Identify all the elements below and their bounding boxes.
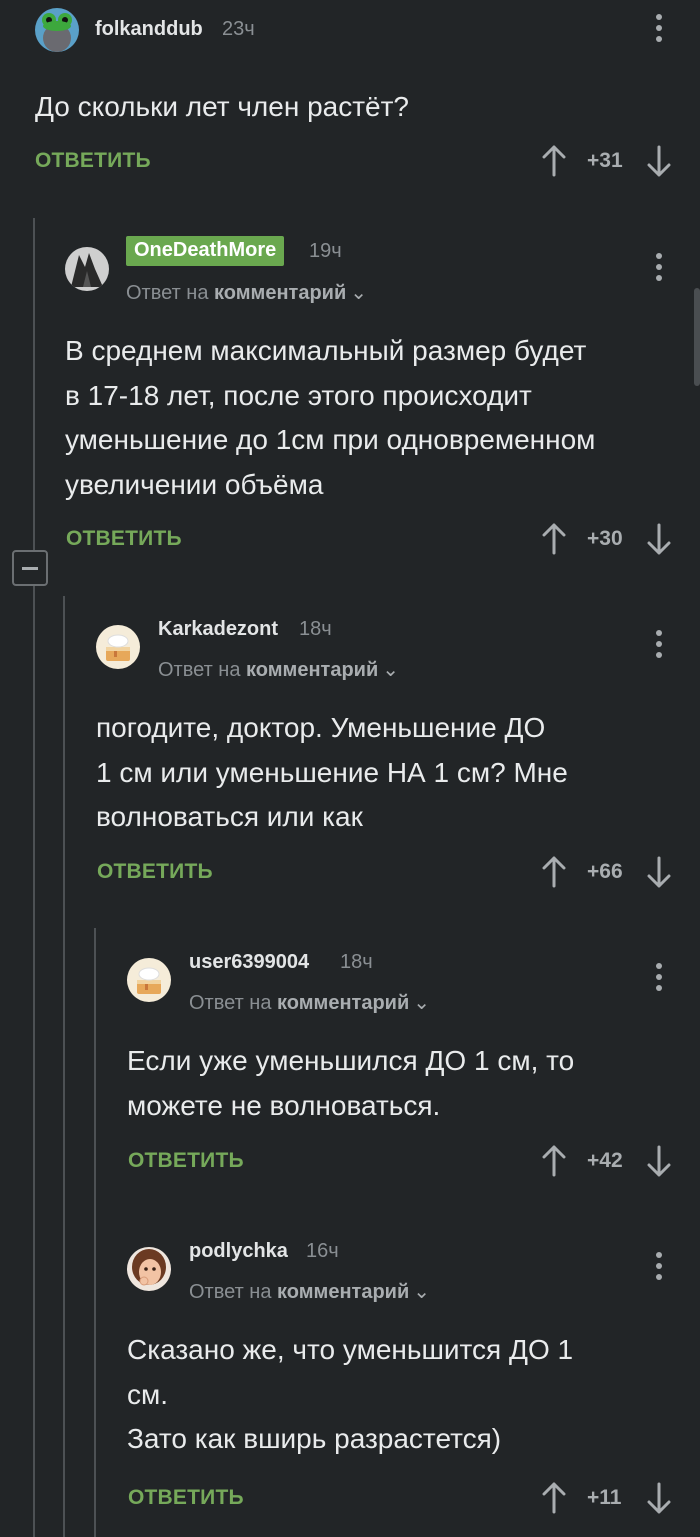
reply-target: комментарий [277,1281,410,1303]
username[interactable]: podlychka [189,1240,288,1263]
reply-button[interactable]: ОТВЕТИТЬ [66,527,182,551]
downvote-arrow-icon[interactable] [646,1145,672,1177]
thread-line-level-3[interactable] [94,928,96,1537]
dark-figure-avatar-icon [65,247,109,291]
upvote-arrow-icon[interactable] [541,523,567,555]
reply-prefix: Ответ на [189,992,272,1014]
chevron-down-icon: ⌄ [413,992,431,1014]
downvote-arrow-icon[interactable] [646,145,672,177]
reply-button[interactable]: ОТВЕТИТЬ [128,1149,244,1173]
comment-score: +66 [587,860,623,883]
avatar[interactable] [96,625,140,669]
comment-time: 16ч [306,1240,339,1262]
comment-text: До скольки лет член растёт? [35,91,410,122]
comment-time: 18ч [299,618,332,640]
upvote-arrow-icon[interactable] [541,145,567,177]
avatar[interactable] [127,1247,171,1291]
thread-line-level-2[interactable] [63,596,65,1537]
username[interactable]: user6399004 [189,951,309,974]
reply-target: комментарий [277,992,410,1014]
cake-avatar-icon [96,625,140,669]
more-options-icon[interactable] [654,14,664,44]
comment-text: Если уже уменьшился ДО 1 см, то можете н… [127,1045,575,1121]
comment-text: погодите, доктор. Уменьшение ДО 1 см или… [96,712,568,832]
comment-text: Сказано же, что уменьшится ДО 1 см. Зато… [127,1334,574,1454]
reply-to-link[interactable]: Ответ на комментарий ⌄ [158,657,399,682]
chevron-down-icon: ⌄ [413,1281,431,1303]
avatar[interactable] [35,8,79,52]
collapse-thread-button[interactable] [12,550,48,586]
more-options-icon[interactable] [654,630,664,660]
thread-line-level-1[interactable] [33,218,35,1537]
chevron-down-icon: ⌄ [382,659,400,681]
reply-button[interactable]: ОТВЕТИТЬ [128,1486,244,1510]
reply-target: комментарий [214,282,347,304]
reply-target: комментарий [246,659,379,681]
reply-button[interactable]: ОТВЕТИТЬ [35,149,151,173]
girl-avatar-icon [127,1247,171,1291]
downvote-arrow-icon[interactable] [646,523,672,555]
reply-to-link[interactable]: Ответ на комментарий ⌄ [189,990,430,1015]
comment-text: В среднем максимальный размер будет в 17… [65,335,596,500]
comment-score: +42 [587,1149,623,1172]
reply-prefix: Ответ на [158,659,241,681]
reply-prefix: Ответ на [189,1281,272,1303]
comment-score: +11 [587,1486,622,1509]
more-options-icon[interactable] [654,1252,664,1282]
cake-avatar-icon [127,958,171,1002]
more-options-icon[interactable] [654,963,664,993]
frog-avatar-icon [35,8,79,52]
username[interactable]: Karkadezont [158,618,278,641]
avatar[interactable] [65,247,109,291]
reply-to-link[interactable]: Ответ на комментарий ⌄ [126,280,367,305]
comment-time: 23ч [222,18,255,40]
downvote-arrow-icon[interactable] [646,1482,672,1514]
upvote-arrow-icon[interactable] [541,1482,567,1514]
reply-prefix: Ответ на [126,282,209,304]
downvote-arrow-icon[interactable] [646,856,672,888]
comment-time: 19ч [309,240,342,262]
avatar[interactable] [127,958,171,1002]
comment-score: +30 [587,527,623,550]
username[interactable]: folkanddub [95,18,203,41]
comment-score: +31 [587,149,623,172]
username[interactable]: OneDeathMore [126,236,285,266]
scrollbar[interactable] [694,288,700,386]
upvote-arrow-icon[interactable] [541,856,567,888]
more-options-icon[interactable] [654,253,664,283]
comment-time: 18ч [340,951,373,973]
reply-button[interactable]: ОТВЕТИТЬ [97,860,213,884]
upvote-arrow-icon[interactable] [541,1145,567,1177]
reply-to-link[interactable]: Ответ на комментарий ⌄ [189,1279,430,1304]
chevron-down-icon: ⌄ [350,282,368,304]
